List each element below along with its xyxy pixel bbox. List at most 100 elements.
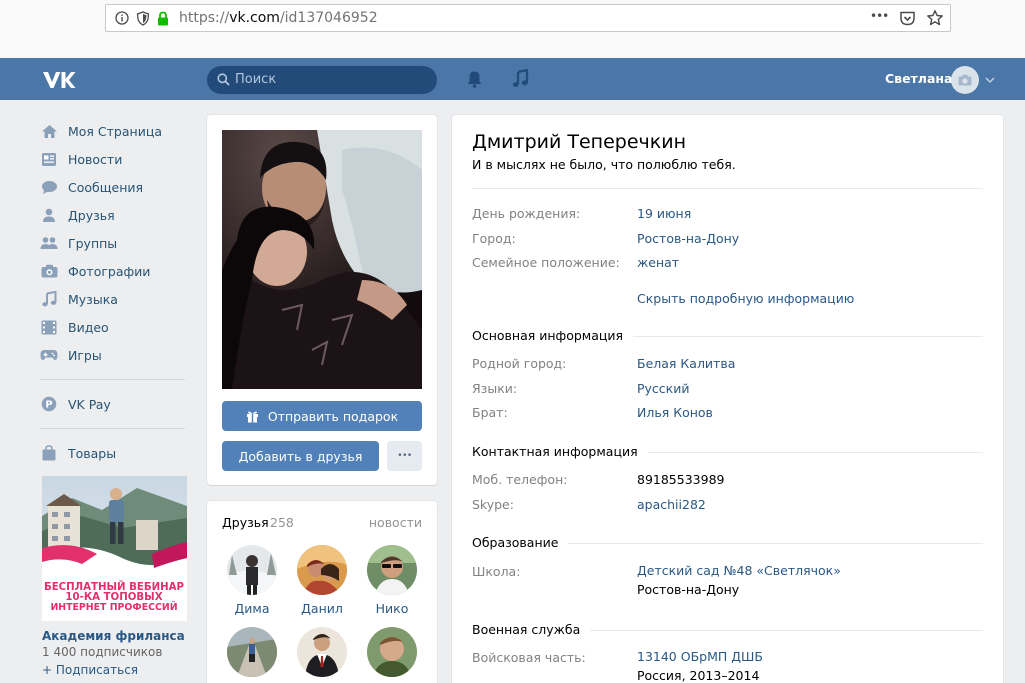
url-domain: vk.com [229, 10, 280, 26]
music-note-icon[interactable] [512, 68, 529, 91]
url-text[interactable]: https://vk.com/id137046952 [179, 10, 378, 26]
more-actions-button[interactable]: ••• [387, 441, 422, 471]
browser-toolbar: https://vk.com/id137046952 ••• [0, 0, 1025, 58]
section-title-contacts: Контактная информация [472, 444, 648, 459]
gamepad-icon [40, 346, 58, 364]
sidebar-item-groups[interactable]: Группы [40, 229, 190, 257]
friend-name[interactable]: Нико [362, 601, 422, 616]
left-sidebar: Моя Страница Новости Сообщения Друзья Гр… [40, 117, 190, 467]
sidebar-item-news[interactable]: Новости [40, 145, 190, 173]
ad-organization[interactable]: Академия фриланса [42, 629, 185, 643]
tracking-shield-icon[interactable] [135, 10, 151, 26]
info-icon[interactable] [114, 10, 130, 26]
friend-item[interactable] [292, 627, 352, 683]
info-value[interactable]: Илья Конов [637, 405, 713, 420]
user-avatar[interactable] [951, 66, 979, 94]
profile-status[interactable]: И в мыслях не было, что полюблю тебя. [472, 157, 736, 172]
top-header: Поиск Светлана [0, 58, 1025, 100]
friend-avatar[interactable] [297, 627, 347, 677]
sidebar-item-friends[interactable]: Друзья [40, 201, 190, 229]
info-row-phone: Моб. телефон: 89185533989 [472, 472, 724, 487]
hide-details-link[interactable]: Скрыть подробную информацию [637, 291, 854, 306]
info-row-birthday: День рождения: 19 июня [472, 206, 691, 221]
info-label: Skype: [472, 497, 514, 512]
friend-avatar[interactable] [367, 545, 417, 595]
camera-placeholder-icon [958, 74, 972, 86]
svg-text:P: P [45, 400, 52, 411]
sidebar-item-goods[interactable]: Товары [40, 439, 190, 467]
video-icon [40, 318, 58, 336]
friend-avatar[interactable] [297, 545, 347, 595]
info-row-hometown: Родной город: Белая Калитва [472, 356, 735, 371]
info-subvalue: Ростов-на-Дону [637, 582, 740, 597]
sidebar-item-messages[interactable]: Сообщения [40, 173, 190, 201]
friend-item[interactable] [362, 627, 422, 683]
ad-banner[interactable]: БЕСПЛАТНЫЙ ВЕБИНАР 10-КА ТОПОВЫХ ИНТЕРНЕ… [42, 476, 187, 621]
sidebar-item-games[interactable]: Игры [40, 341, 190, 369]
friends-news-link[interactable]: новости [369, 515, 422, 530]
info-label: Языки: [472, 381, 518, 396]
search-input[interactable]: Поиск [207, 66, 437, 94]
friend-avatar[interactable] [227, 627, 277, 677]
info-row-languages: Языки: Русский [472, 381, 689, 396]
ad-subscribe-link[interactable]: + Подписаться [42, 663, 138, 677]
chevron-down-icon[interactable] [985, 72, 995, 87]
info-label: Моб. телефон: [472, 472, 568, 487]
divider [472, 188, 983, 189]
profile-photo[interactable] [222, 130, 422, 389]
info-value: 89185533989 [637, 472, 725, 487]
address-bar[interactable]: https://vk.com/id137046952 ••• [105, 4, 951, 32]
send-gift-button[interactable]: Отправить подарок [222, 401, 422, 431]
page-actions-icon[interactable]: ••• [870, 9, 889, 23]
info-value[interactable]: 19 июня [637, 206, 691, 221]
bookmark-star-icon[interactable] [926, 9, 944, 30]
sidebar-item-music[interactable]: Музыка [40, 285, 190, 313]
friends-title[interactable]: Друзья [222, 515, 269, 530]
camera-icon [40, 262, 58, 280]
info-row-relationship: Семейное положение: женат [472, 255, 679, 270]
friend-item[interactable]: Дима [222, 545, 282, 616]
search-placeholder: Поиск [235, 72, 277, 87]
info-label: Город: [472, 231, 516, 246]
info-value[interactable]: Русский [637, 381, 689, 396]
profile-name: Дмитрий Теперечкин [472, 131, 687, 153]
vk-logo-icon[interactable] [42, 70, 76, 90]
add-friend-button[interactable]: Добавить в друзья [222, 441, 379, 471]
pocket-icon[interactable] [899, 10, 916, 30]
info-value[interactable]: apachii282 [637, 497, 706, 512]
ad-image: БЕСПЛАТНЫЙ ВЕБИНАР 10-КА ТОПОВЫХ ИНТЕРНЕ… [42, 476, 187, 621]
friend-avatar[interactable] [227, 545, 277, 595]
gift-icon [246, 410, 259, 423]
friend-item[interactable]: Нико [362, 545, 422, 616]
friend-name[interactable]: Данил [292, 601, 352, 616]
url-path: /id137046952 [279, 10, 378, 26]
notifications-bell-icon[interactable] [466, 70, 483, 91]
messages-icon [40, 178, 58, 196]
info-value[interactable]: Ростов-на-Дону [637, 231, 739, 246]
friends-icon [40, 206, 58, 224]
info-value[interactable]: женат [637, 255, 679, 270]
search-icon [217, 73, 230, 89]
sidebar-item-video[interactable]: Видео [40, 313, 190, 341]
sidebar-item-my-page[interactable]: Моя Страница [40, 117, 190, 145]
header-user-name[interactable]: Светлана [885, 71, 952, 86]
lock-icon[interactable] [155, 10, 171, 26]
ad-line3: ИНТЕРНЕТ ПРОФЕССИЙ [50, 601, 177, 613]
info-row-city: Город: Ростов-на-Дону [472, 231, 739, 246]
info-value[interactable]: Белая Калитва [637, 356, 735, 371]
info-value[interactable]: 13140 ОБрМП ДШБ [637, 647, 763, 666]
friend-avatar[interactable] [367, 627, 417, 677]
news-icon [40, 150, 58, 168]
url-scheme: https:// [179, 10, 230, 26]
friend-name[interactable]: Дима [222, 601, 282, 616]
send-gift-label: Отправить подарок [267, 408, 399, 424]
vkpay-icon: P [40, 395, 58, 413]
friend-item[interactable] [222, 627, 282, 683]
sidebar-item-vkpay[interactable]: P VK Pay [40, 390, 190, 418]
sidebar-item-photos[interactable]: Фотографии [40, 257, 190, 285]
profile-photo-image [222, 130, 422, 389]
info-label: Войсковая часть: [472, 650, 586, 665]
info-value[interactable]: Детский сад №48 «Светлячок» [637, 561, 841, 580]
music-icon [40, 290, 58, 308]
friend-item[interactable]: Данил [292, 545, 352, 616]
